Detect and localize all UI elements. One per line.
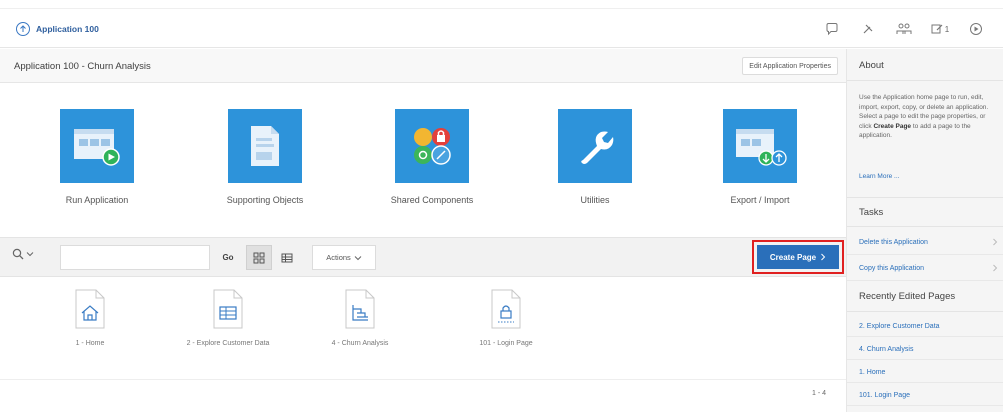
top-toolbar: Application 100 1	[0, 0, 1003, 48]
chevron-down-icon	[26, 252, 34, 257]
list-divider	[0, 379, 846, 380]
search-toolbar: Go Actions Create Page	[0, 237, 846, 277]
report-view-button[interactable]	[274, 245, 300, 270]
page-item-explore-customer-data[interactable]: 2 - Explore Customer Data	[168, 289, 288, 347]
page-item-home[interactable]: 1 - Home	[30, 289, 150, 347]
page-item-churn-analysis[interactable]: 4 - Churn Analysis	[300, 289, 420, 347]
chart-page-icon	[344, 289, 376, 329]
tile-supporting-objects[interactable]: Supporting Objects	[200, 109, 330, 205]
wrench-icon	[558, 109, 632, 183]
pencil-icon	[931, 24, 943, 34]
tile-label: Run Application	[65, 195, 129, 205]
actions-label: Actions	[326, 253, 351, 262]
run-application-icon	[60, 109, 134, 183]
recent-page-link[interactable]: 101. Login Page	[847, 385, 1003, 406]
supporting-objects-icon	[228, 109, 302, 183]
chevron-right-icon	[993, 264, 998, 272]
main-header: Application 100 - Churn Analysis Edit Ap…	[0, 49, 846, 83]
run-circle-icon[interactable]	[961, 20, 991, 38]
search-column-selector[interactable]	[12, 248, 34, 260]
tile-export-import[interactable]: Export / Import	[695, 109, 825, 205]
tasks-heading: Tasks	[847, 197, 1003, 227]
create-page-label: Create Page	[769, 252, 817, 262]
top-icon-group: 1	[811, 20, 991, 38]
chevron-right-icon	[821, 253, 826, 261]
tile-label: Shared Components	[390, 195, 474, 205]
app-breadcrumb-label: Application 100	[36, 24, 99, 34]
recent-pages-heading: Recently Edited Pages	[847, 282, 1003, 312]
page-label: 101 - Login Page	[479, 340, 533, 347]
grid-icon	[253, 252, 265, 263]
task-label: Copy this Application	[859, 265, 924, 272]
team-icon[interactable]	[889, 20, 919, 38]
learn-more-link[interactable]: Learn More ...	[859, 173, 899, 180]
create-page-highlight: Create Page	[752, 240, 844, 274]
recent-page-link[interactable]: 2. Explore Customer Data	[847, 316, 1003, 337]
tile-label: Utilities	[580, 195, 610, 205]
page-list: 1 - Home 2 - Explore Customer Data 4 - C…	[0, 289, 846, 379]
edit-count: 1	[944, 24, 950, 34]
export-import-icon	[723, 109, 797, 183]
feedback-icon[interactable]	[817, 20, 847, 38]
about-heading: About	[847, 51, 1003, 81]
go-button[interactable]: Go	[216, 245, 240, 270]
page-label: 2 - Explore Customer Data	[186, 340, 270, 347]
login-page-icon	[490, 289, 522, 329]
actions-menu-button[interactable]: Actions	[312, 245, 376, 270]
about-text-bold: Create Page	[873, 122, 912, 130]
table-page-icon	[212, 289, 244, 329]
table-icon	[281, 253, 293, 262]
app-breadcrumb[interactable]: Application 100	[16, 22, 99, 36]
task-copy-application[interactable]: Copy this Application	[847, 257, 1003, 281]
page-item-login[interactable]: 101 - Login Page	[446, 289, 566, 347]
edit-badge[interactable]: 1	[925, 20, 955, 38]
edit-application-properties-button[interactable]: Edit Application Properties	[742, 57, 838, 75]
tile-run-application[interactable]: Run Application	[32, 109, 162, 205]
icon-view-button[interactable]	[246, 245, 272, 270]
chevron-down-icon	[354, 255, 362, 260]
link-icon[interactable]	[853, 20, 883, 38]
about-description: Use the Application home page to run, ed…	[859, 93, 999, 141]
application-tiles: Run Application Supporting Objects Share…	[0, 109, 846, 219]
page-label: 1 - Home	[75, 340, 105, 347]
right-sidebar: About Use the Application home page to r…	[846, 49, 1003, 412]
tile-shared-components[interactable]: Shared Components	[367, 109, 497, 205]
search-input[interactable]	[60, 245, 210, 270]
page-label: 4 - Churn Analysis	[331, 340, 389, 347]
pagination-info: 1 - 4	[811, 390, 826, 397]
search-icon	[12, 248, 24, 260]
create-page-button[interactable]: Create Page	[757, 245, 839, 269]
task-delete-application[interactable]: Delete this Application	[847, 231, 1003, 255]
up-arrow-icon	[16, 22, 30, 36]
top-divider	[0, 8, 1003, 9]
recent-page-link[interactable]: 1. Home	[847, 362, 1003, 383]
recent-page-link[interactable]: 4. Churn Analysis	[847, 339, 1003, 360]
main-panel: Application 100 - Churn Analysis Edit Ap…	[0, 49, 846, 412]
task-label: Delete this Application	[859, 239, 928, 246]
chevron-right-icon	[993, 238, 998, 246]
tile-label: Supporting Objects	[226, 195, 304, 205]
home-page-icon	[74, 289, 106, 329]
tile-label: Export / Import	[730, 195, 790, 205]
shared-components-icon	[395, 109, 469, 183]
tile-utilities[interactable]: Utilities	[530, 109, 660, 205]
page-title: Application 100 - Churn Analysis	[14, 61, 151, 72]
